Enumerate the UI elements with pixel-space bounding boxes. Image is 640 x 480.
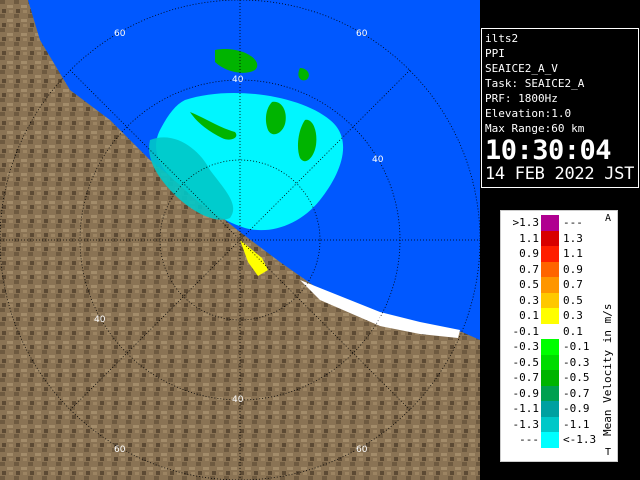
legend-color-swatch	[541, 246, 559, 262]
legend-min-value: 0.3	[519, 293, 539, 307]
legend-color-swatch	[541, 323, 559, 339]
elevation-value: Elevation:1.0	[485, 107, 572, 120]
legend-color-swatch	[541, 215, 559, 231]
range-label: 40	[232, 395, 244, 405]
legend-color-swatch	[541, 339, 559, 355]
legend-row: 0.5 0.7	[501, 277, 601, 293]
range-label: 40	[372, 155, 384, 165]
legend-min-value: 0.7	[519, 262, 539, 276]
legend-row: 0.7 0.9	[501, 261, 601, 277]
legend-min-value: 0.9	[519, 247, 539, 260]
legend-row: -1.1 -0.9	[501, 401, 601, 417]
legend-color-swatch	[541, 230, 559, 246]
legend-color-swatch	[541, 416, 559, 432]
legend-color-swatch	[541, 292, 559, 308]
legend-min-value: 0.5	[519, 278, 539, 291]
prf-value: PRF: 1800Hz	[485, 92, 558, 105]
range-label: 60	[356, 445, 368, 455]
legend-color-swatch	[541, 370, 559, 386]
legend-row: -0.7 -0.5	[501, 370, 601, 386]
scan-mode: PPI	[485, 47, 505, 60]
legend-min-value: -0.7	[512, 371, 540, 384]
legend-min-value: 1.1	[519, 231, 539, 245]
legend-row: >1.3 ---	[501, 215, 601, 231]
radar-ppi-map[interactable]: 60 40 40 40 40 40 60 60 60	[0, 0, 480, 480]
legend-max-value: ---	[563, 216, 583, 229]
legend-row: -0.3 -0.1	[501, 339, 601, 355]
legend-color-swatch	[541, 261, 559, 277]
legend-row: 0.1 0.3	[501, 308, 601, 324]
range-label: 60	[356, 29, 368, 39]
legend-row: -1.3 -1.1	[501, 416, 601, 432]
legend-top-mark: A	[605, 213, 612, 224]
legend-title: Mean Velocity in m/s	[601, 303, 614, 436]
product-name: SEAICE2_A_V	[485, 62, 558, 75]
legend-min-value: 0.1	[519, 309, 539, 322]
scan-date: 14 FEB 2022 JST	[485, 164, 635, 184]
legend-color-swatch	[541, 308, 559, 324]
range-label: 60	[114, 29, 126, 39]
legend-row: 1.1 1.3	[501, 230, 601, 246]
legend-row: -0.1 0.1	[501, 323, 601, 339]
range-label: 60	[114, 445, 126, 455]
scan-time: 10:30:04	[485, 135, 612, 166]
info-panel: ilts2 PPI SEAICE2_A_V Task: SEAICE2_A PR…	[481, 28, 639, 188]
legend-min-value: ---	[519, 433, 539, 446]
legend-row: -0.5 -0.3	[501, 354, 601, 370]
legend-title-container: Mean Velocity in m/s	[597, 241, 617, 441]
legend-color-swatch	[541, 354, 559, 370]
range-label: 40	[232, 75, 244, 85]
legend-min-value: >1.3	[512, 216, 540, 229]
range-label: 40	[94, 315, 106, 325]
task-name: Task: SEAICE2_A	[485, 77, 585, 90]
station-name: ilts2	[485, 32, 519, 45]
legend-color-swatch	[541, 277, 559, 293]
velocity-legend: A >1.3 --- 1.1 1.3 0.9 1.1 0.7 0.9 0.5 0.7 0.3 0.5 0…	[500, 210, 618, 462]
legend-color-swatch	[541, 401, 559, 417]
legend-color-swatch	[541, 432, 559, 448]
legend-min-value: -0.5	[512, 355, 540, 369]
legend-min-value: -0.3	[512, 340, 540, 353]
legend-row: -0.9 -0.7	[501, 385, 601, 401]
legend-bottom-mark: T	[605, 447, 612, 458]
legend-min-value: -0.9	[512, 386, 540, 400]
legend-min-value: -1.1	[512, 402, 540, 415]
legend-min-value: -1.3	[512, 417, 540, 431]
max-range-value: Max Range:60 km	[485, 122, 585, 135]
legend-color-swatch	[541, 385, 559, 401]
legend-row: 0.9 1.1	[501, 246, 601, 262]
legend-min-value: -0.1	[512, 324, 540, 338]
legend-row: 0.3 0.5	[501, 292, 601, 308]
legend-row: --- <-1.3	[501, 432, 601, 448]
range-label: 40	[372, 317, 384, 327]
